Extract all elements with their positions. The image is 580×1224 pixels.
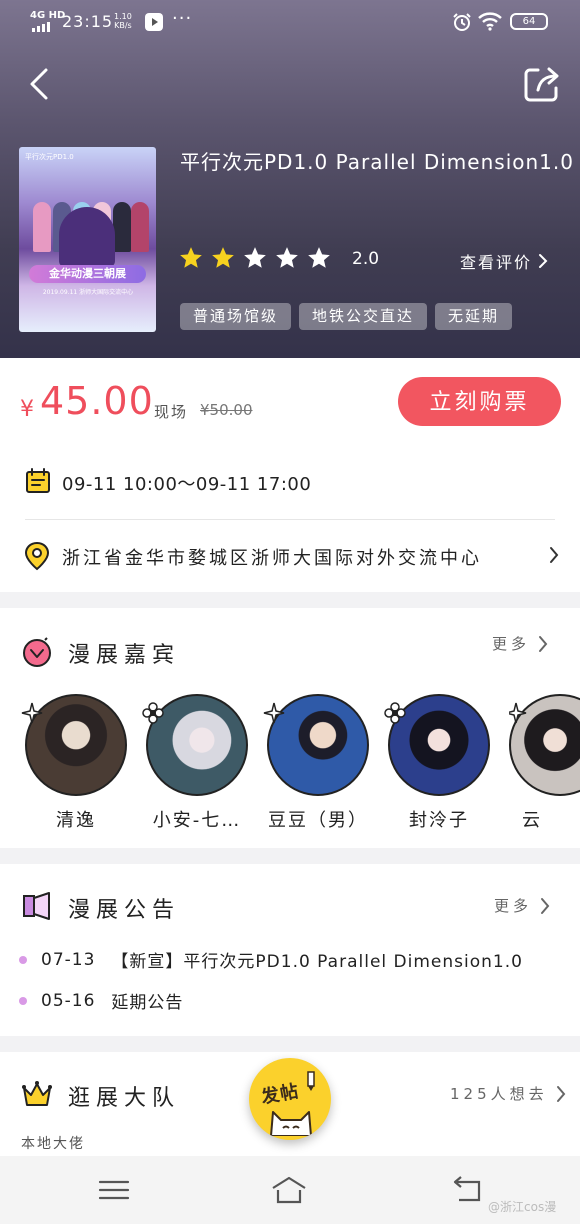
status-bar: 4G HD 23:15 1.10 KB/s ··· 64 <box>0 0 580 44</box>
divider <box>25 519 555 520</box>
price-currency: ¥ <box>20 397 34 422</box>
status-time: 23:15 <box>62 12 114 31</box>
status-more: ··· <box>172 8 193 29</box>
guest-name: 云 <box>522 810 542 831</box>
network-speed: 1.10 KB/s <box>114 12 132 30</box>
crown-icon <box>22 1081 52 1106</box>
signal-bars-icon <box>32 22 52 32</box>
star-filled-icon <box>180 247 202 268</box>
venue-address: 浙江省金华市婺城区浙师大国际对外交流中心 <box>62 548 482 569</box>
event-poster-image[interactable]: 平行次元PD1.0 金华动漫三朝展 2019.09.11 浙师大国际交流中心 <box>19 147 156 332</box>
announcement-date: 05-16 <box>41 990 96 1011</box>
poster-top-text: 平行次元PD1.0 <box>25 153 74 161</box>
flower-icon <box>142 702 164 724</box>
battery-indicator: 64 <box>510 13 548 30</box>
location-pin-icon <box>24 541 50 571</box>
venue-row[interactable]: 浙江省金华市婺城区浙师大国际对外交流中心 <box>0 530 580 582</box>
announcements-more-link[interactable]: 更多 <box>494 895 550 916</box>
team-title: 逛展大队 <box>68 1086 181 1111</box>
event-tag: 普通场馆级 <box>180 303 292 330</box>
megaphone-icon <box>23 892 50 920</box>
star-filled-icon <box>212 247 234 268</box>
current-price: 45.00 <box>40 379 154 423</box>
sparkle-icon <box>263 702 285 724</box>
event-tag: 无延期 <box>435 303 513 330</box>
alarm-icon <box>453 13 471 31</box>
announcements-title: 漫展公告 <box>68 898 181 923</box>
announcement-text: 延期公告 <box>111 993 184 1013</box>
chevron-right-icon <box>550 547 559 563</box>
star-empty-icon <box>308 247 330 268</box>
sparkle-icon <box>21 702 43 724</box>
star-empty-icon <box>276 247 298 268</box>
back-arrow-icon[interactable] <box>22 66 58 102</box>
price-type-label: 现场 <box>154 403 189 421</box>
network-speed-unit: KB/s <box>114 21 132 30</box>
watermark: @浙江cos漫 <box>488 1200 557 1214</box>
announcement-text: 【新宣】平行次元PD1.0 Parallel Dimension1.0 <box>111 952 523 972</box>
event-header: 4G HD 23:15 1.10 KB/s ··· 64 平行次元PD1.0 金… <box>0 0 580 358</box>
guests-more-label: 更多 <box>492 635 531 653</box>
rating-value: 2.0 <box>352 249 380 269</box>
pen-icon <box>307 1071 315 1091</box>
bullet-dot <box>19 955 27 964</box>
poster-subtext: 2019.09.11 浙师大国际交流中心 <box>42 289 134 296</box>
wifi-icon <box>478 12 502 31</box>
event-tag: 地铁公交直达 <box>299 303 428 330</box>
cat-face-icon <box>270 1111 312 1136</box>
view-reviews-label: 查看评价 <box>460 253 533 272</box>
share-icon[interactable] <box>522 64 562 104</box>
calendar-icon <box>26 468 50 493</box>
chevron-right-icon <box>539 254 548 268</box>
chevron-right-icon <box>539 635 548 652</box>
guest-name: 豆豆（男） <box>268 810 368 831</box>
guest-name: 清逸 <box>56 810 96 831</box>
signal-type: 4G HD <box>30 10 66 21</box>
home-icon[interactable] <box>271 1174 307 1206</box>
team-count-label: 125人想去 <box>450 1085 548 1103</box>
event-datetime: 09-11 10:00～09-11 17:00 <box>62 474 312 495</box>
create-post-button[interactable]: 发帖 <box>249 1058 331 1140</box>
announcements-more-label: 更多 <box>494 897 533 915</box>
buy-ticket-button[interactable]: 立刻购票 <box>398 377 561 426</box>
event-tags: 普通场馆级 地铁公交直达 无延期 <box>180 303 513 330</box>
star-empty-icon <box>244 247 266 268</box>
view-reviews-link[interactable]: 查看评价 <box>460 249 548 273</box>
bullet-dot <box>19 996 27 1005</box>
heart-badge-icon <box>23 637 51 667</box>
rating-stars <box>178 245 332 271</box>
guests-title: 漫展嘉宾 <box>68 643 181 668</box>
event-title: 平行次元PD1.0 Parallel Dimension1.0 <box>180 150 574 174</box>
create-post-label: 发帖 <box>259 1080 301 1109</box>
guest-name: 小安-七… <box>152 810 242 831</box>
chevron-right-icon <box>541 897 550 914</box>
guest-name: 封泠子 <box>409 810 469 831</box>
guest-card[interactable]: 云 <box>509 694 580 834</box>
guests-more-link[interactable]: 更多 <box>492 633 548 654</box>
announcement-item[interactable]: 05-16 延期公告 <box>19 988 183 1013</box>
chevron-right-icon <box>556 1085 565 1102</box>
video-app-icon <box>145 13 163 31</box>
announcement-date: 07-13 <box>41 949 96 970</box>
menu-icon[interactable] <box>96 1174 132 1206</box>
flower-icon <box>384 702 406 724</box>
team-count-link[interactable]: 125人想去 <box>450 1083 566 1104</box>
announcement-item[interactable]: 07-13 【新宣】平行次元PD1.0 Parallel Dimension1.… <box>19 947 523 972</box>
sparkle-icon <box>509 702 527 724</box>
original-price: ¥50.00 <box>200 401 253 419</box>
back-nav-icon[interactable] <box>449 1174 485 1206</box>
team-subtitle: 本地大佬 <box>21 1136 85 1152</box>
network-speed-value: 1.10 <box>114 12 132 21</box>
poster-banner: 金华动漫三朝展 <box>29 265 146 283</box>
